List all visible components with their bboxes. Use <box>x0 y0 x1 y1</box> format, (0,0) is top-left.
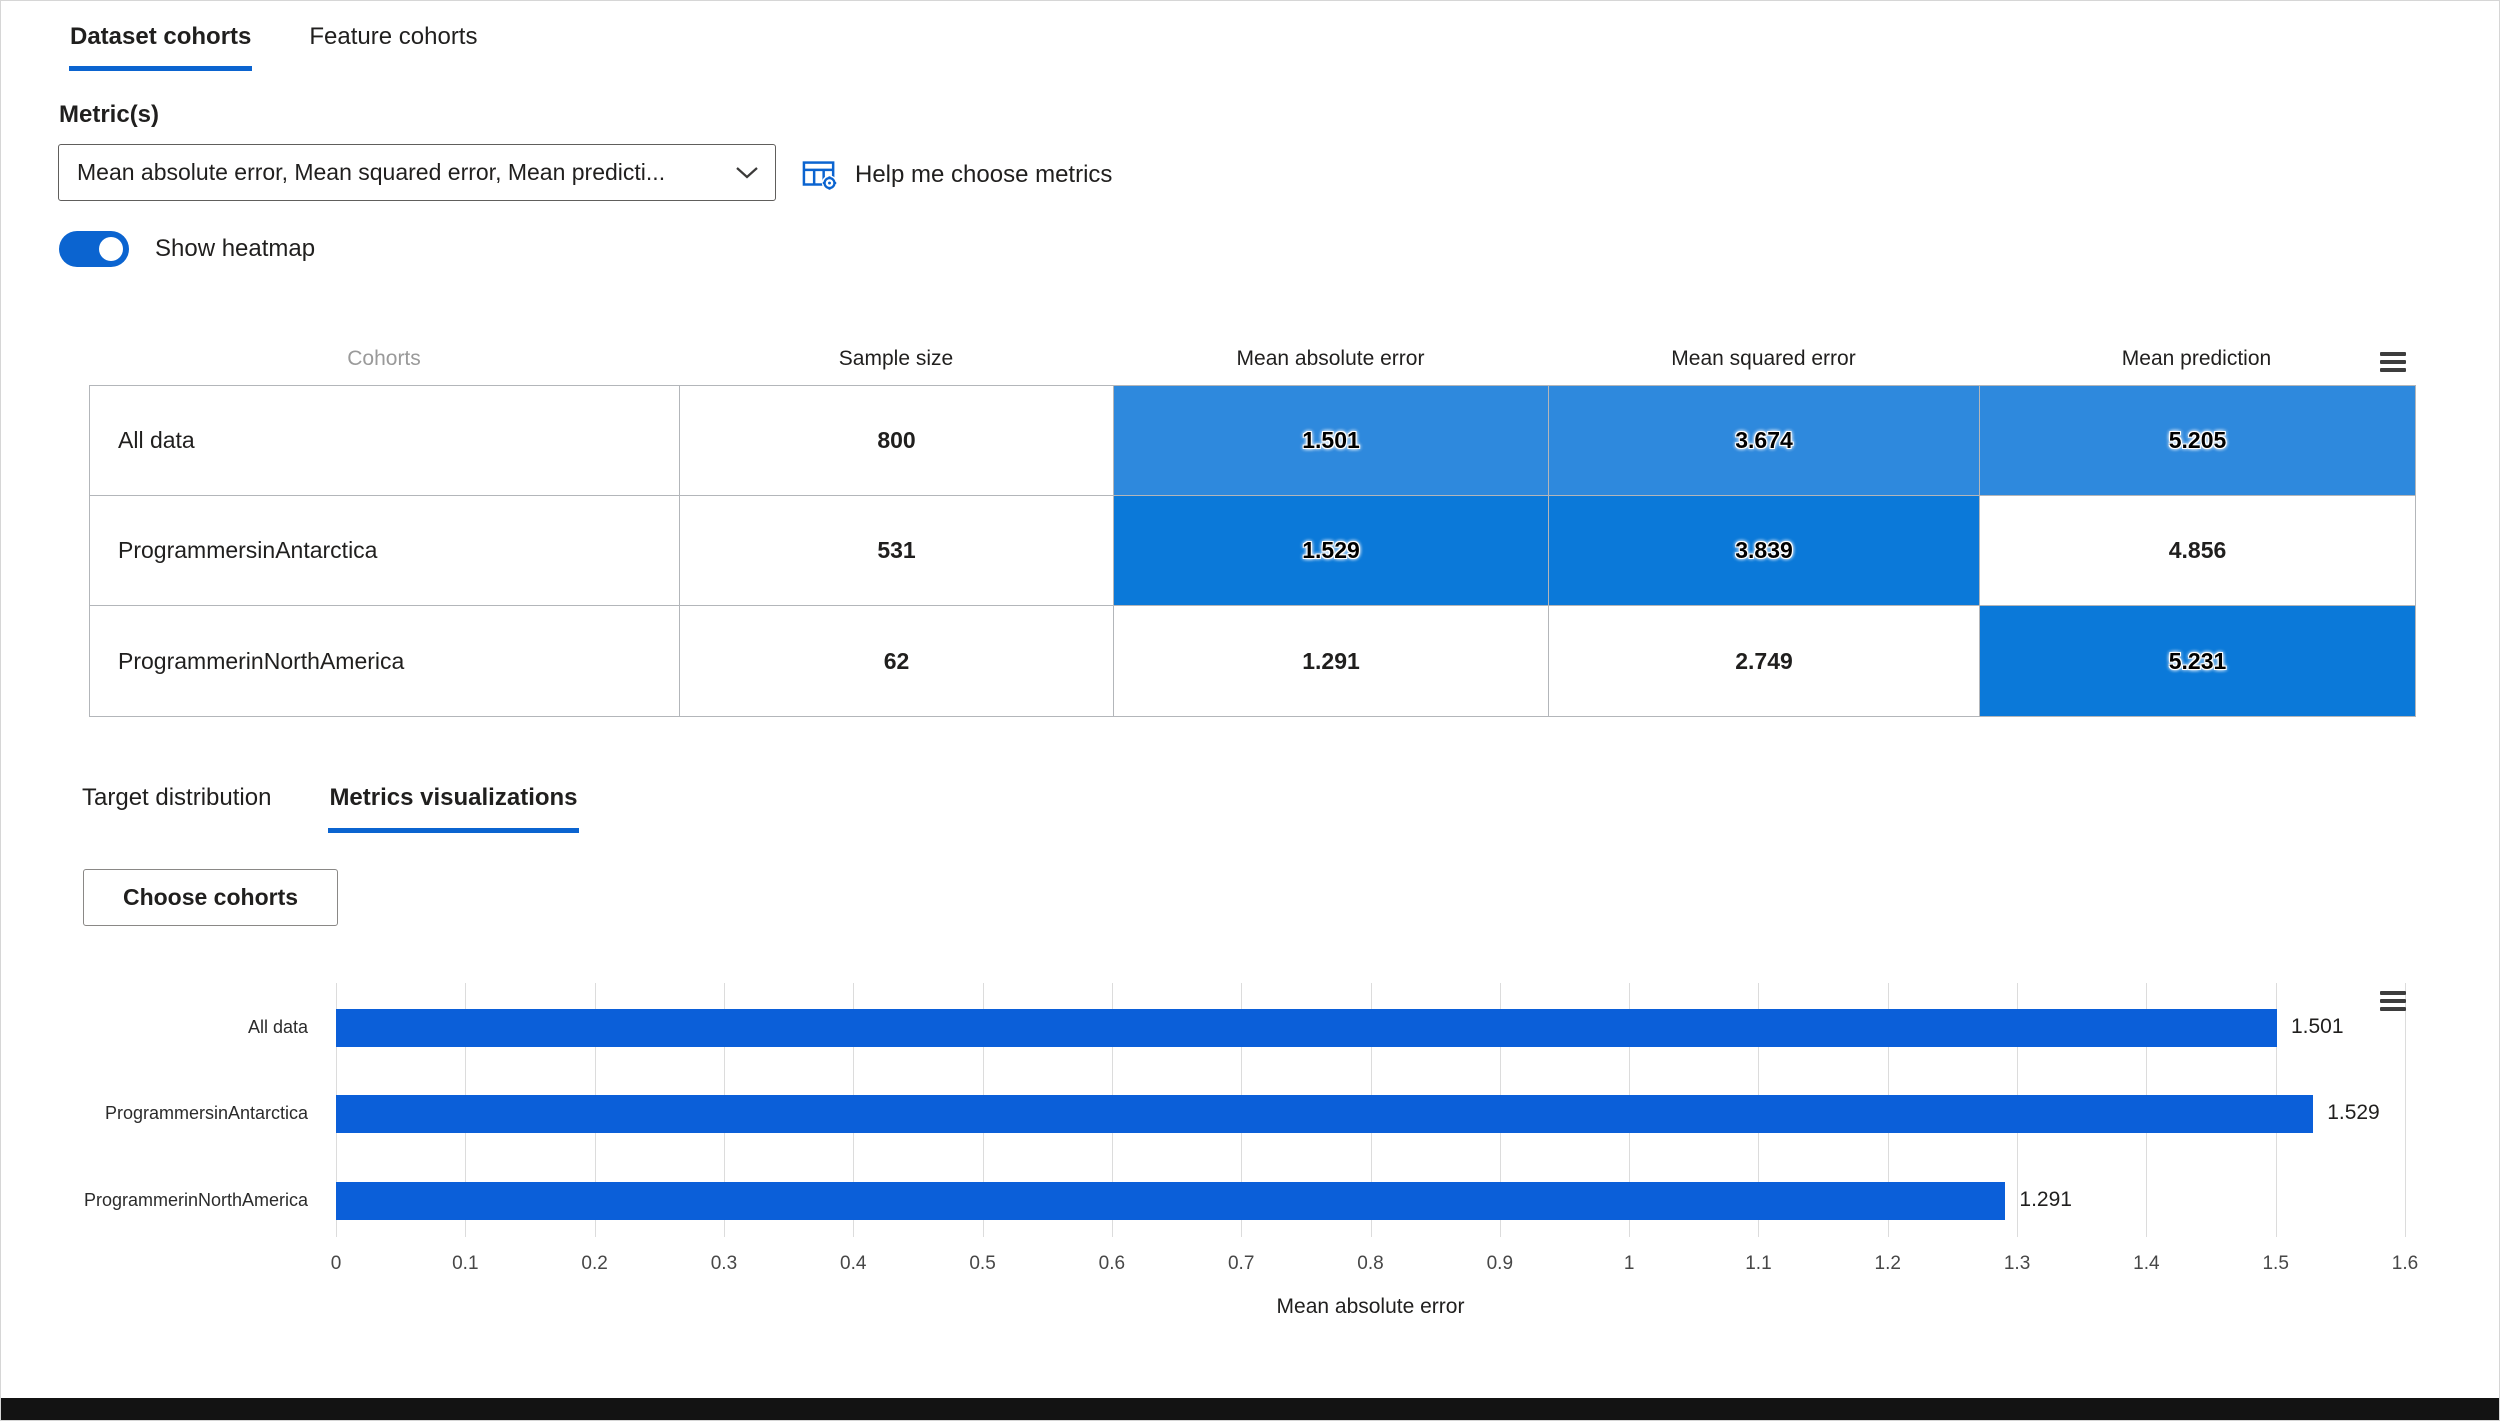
footer-bar <box>1 1398 2499 1420</box>
x-tick-label: 0.7 <box>1227 1253 1255 1274</box>
column-header: Cohorts <box>347 347 421 370</box>
metric-value-cell: 3.839 <box>1549 496 1980 606</box>
cohort-table: All data 800 1.501 3.674 5.205 ProgrammersinA… <box>89 385 2416 717</box>
chevron-down-icon <box>735 166 759 180</box>
metric-value-cell: 1.501 <box>1114 386 1549 496</box>
column-header: Mean absolute error <box>1236 347 1425 370</box>
tab-target-distribution-label: Target distribution <box>82 784 272 811</box>
x-tick-label: 1.4 <box>2133 1253 2160 1274</box>
x-tick-label: 0.6 <box>1098 1253 1126 1274</box>
category-label: ProgrammerinNorthAmerica <box>83 1190 308 1210</box>
cohort-name-cell: ProgrammerinNorthAmerica <box>90 606 680 716</box>
cohort-name-cell: All data <box>90 386 680 496</box>
metrics-dropdown[interactable]: Mean absolute error, Mean squared error,… <box>58 144 776 201</box>
table-settings-icon <box>801 157 839 193</box>
tab-target-distribution[interactable]: Target distribution <box>81 784 272 833</box>
tab-dataset-cohorts-label: Dataset cohorts <box>70 23 252 50</box>
x-tick-label: 0.8 <box>1357 1253 1384 1274</box>
x-tick-label: 0 <box>330 1253 342 1274</box>
cohort-table-header: Cohorts Sample size Mean absolute error Mea… <box>89 347 2414 371</box>
tab-feature-cohorts[interactable]: Feature cohorts <box>308 15 478 71</box>
chart-x-tick-labels: 0 0.1 0.2 0.3 0.4 0.5 0.6 0.7 0.8 0.9 1 1.1 1.2 1.3 1.… <box>331 1253 2419 1279</box>
choose-cohorts-button[interactable]: Choose cohorts <box>83 869 338 926</box>
show-heatmap-row: Show heatmap <box>59 231 315 267</box>
x-tick-label: 1.2 <box>1874 1253 1901 1274</box>
chart-bars: 1.501 1.529 1.291 <box>336 983 2405 1237</box>
bar-value-label: 1.291 <box>2019 1188 2072 1211</box>
x-tick-label: 0.9 <box>1486 1253 1514 1274</box>
column-header: Sample size <box>838 347 954 370</box>
metrics-label: Metric(s) <box>59 101 160 128</box>
tab-metrics-visualizations-label: Metrics visualizations <box>329 784 578 811</box>
metrics-dropdown-value: Mean absolute error, Mean squared error,… <box>77 159 666 185</box>
help-me-choose-metrics-button[interactable]: Help me choose metrics <box>801 149 1112 201</box>
x-tick-label: 1.5 <box>2262 1253 2289 1274</box>
gridline <box>2405 983 2406 1237</box>
category-label: All data <box>247 1017 308 1037</box>
bar[interactable] <box>336 1009 2277 1047</box>
x-tick-label: 0.5 <box>969 1253 996 1274</box>
x-tick-label: 0.1 <box>452 1253 479 1274</box>
bar-value-label: 1.529 <box>2327 1101 2380 1124</box>
tab-feature-cohorts-label: Feature cohorts <box>309 23 478 50</box>
visualization-tabs: Target distribution Metrics visualizatio… <box>81 784 579 833</box>
column-header: Mean prediction <box>2121 347 2272 370</box>
model-overview-page: Dataset cohorts Feature cohorts Metric(s… <box>0 0 2500 1421</box>
category-label: ProgrammersinAntarctica <box>104 1103 308 1123</box>
help-me-choose-metrics-label: Help me choose metrics <box>855 161 1113 188</box>
column-header: Mean squared error <box>1671 347 1856 370</box>
x-tick-label: 0.2 <box>581 1253 608 1274</box>
metric-value-cell: 2.749 <box>1549 606 1980 716</box>
x-tick-label: 1.6 <box>2391 1253 2419 1274</box>
cohort-type-tabs: Dataset cohorts Feature cohorts <box>69 15 478 71</box>
chart-category-labels: All data ProgrammersinAntarctica Programme… <box>1 983 322 1237</box>
show-heatmap-toggle[interactable] <box>59 231 129 267</box>
x-tick-label: 1 <box>1623 1253 1635 1274</box>
bar-value-label: 1.501 <box>2290 1015 2344 1038</box>
metric-value-cell: 3.674 <box>1549 386 1980 496</box>
sample-size-cell: 800 <box>680 386 1114 496</box>
metric-value-cell: 5.231 <box>1980 606 2415 716</box>
cohort-name-cell: ProgrammersinAntarctica <box>90 496 680 606</box>
sample-size-cell: 62 <box>680 606 1114 716</box>
chart-menu-icon[interactable] <box>2380 991 2406 1015</box>
x-tick-label: 1.3 <box>2003 1253 2031 1274</box>
show-heatmap-label: Show heatmap <box>155 235 316 262</box>
tab-metrics-visualizations[interactable]: Metrics visualizations <box>328 784 579 833</box>
x-axis-title: Mean absolute error <box>1276 1295 1465 1318</box>
bar[interactable] <box>336 1095 2314 1133</box>
tab-dataset-cohorts[interactable]: Dataset cohorts <box>69 15 253 71</box>
x-tick-label: 0.3 <box>710 1253 738 1274</box>
metric-value-cell: 1.291 <box>1114 606 1549 716</box>
metric-value-cell: 5.205 <box>1980 386 2415 496</box>
sample-size-cell: 531 <box>680 496 1114 606</box>
x-tick-label: 0.4 <box>840 1253 867 1274</box>
bar[interactable] <box>336 1182 2006 1220</box>
metric-value-cell: 4.856 <box>1980 496 2415 606</box>
x-tick-label: 1.1 <box>1745 1253 1772 1274</box>
table-menu-icon[interactable] <box>2380 352 2406 376</box>
metric-value-cell: 1.529 <box>1114 496 1549 606</box>
toggle-knob <box>99 237 123 261</box>
